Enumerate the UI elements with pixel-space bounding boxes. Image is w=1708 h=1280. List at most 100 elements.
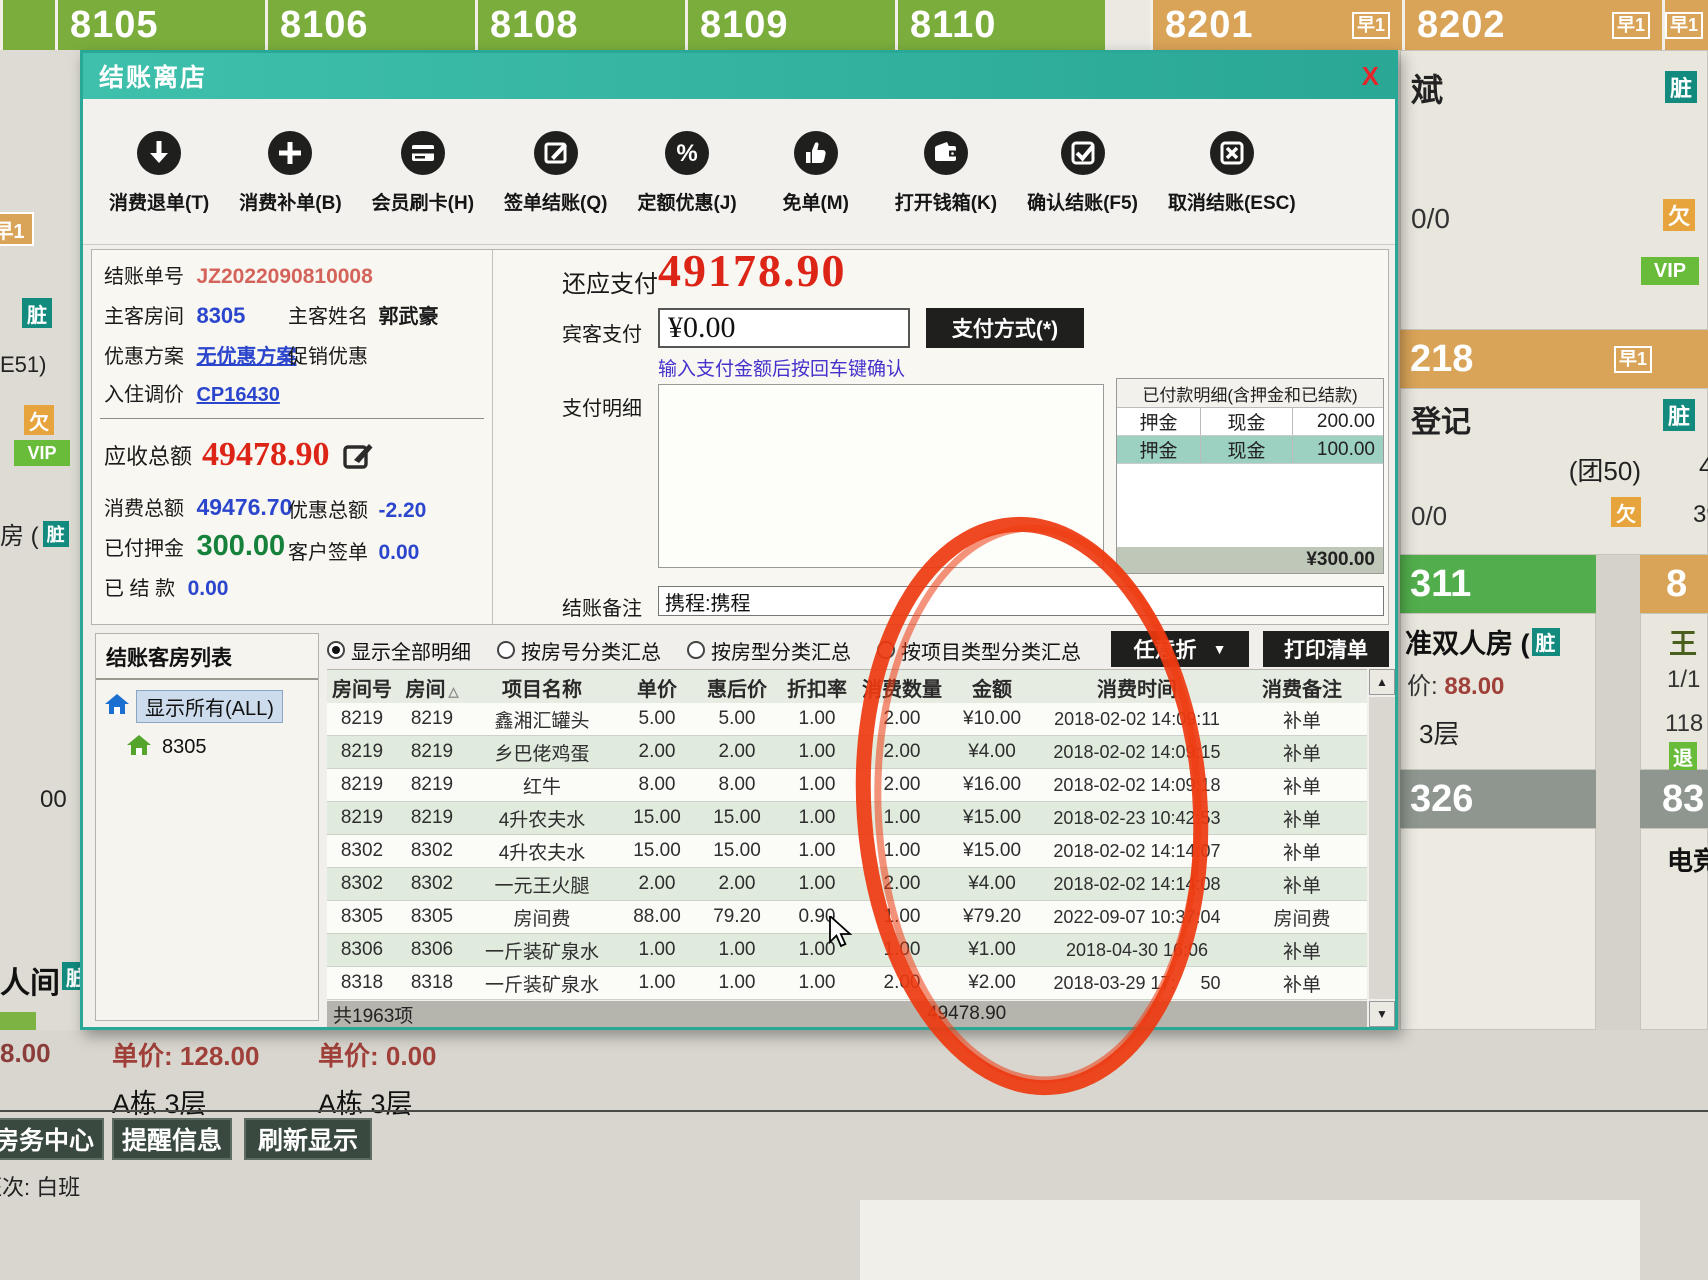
room-card-header[interactable]: 8202早1 [1402, 0, 1662, 50]
table-row[interactable]: 82198219红牛8.008.001.002.00¥16.002018-02-… [327, 769, 1367, 802]
table-cell: 1.00 [777, 840, 857, 862]
column-header[interactable]: 消费备注 [1237, 673, 1367, 702]
confirm-button[interactable]: 确认结账(F5) [1027, 129, 1138, 215]
column-header[interactable]: 单价 [617, 673, 697, 702]
column-header[interactable]: 房间号 [327, 673, 397, 702]
pay-detail-box[interactable] [658, 384, 1104, 568]
table-cell: 房间费 [467, 904, 617, 931]
table-cell: 2.00 [857, 972, 947, 994]
owe-tag: 欠 [1663, 199, 1695, 231]
scrollbar-track[interactable] [1369, 697, 1395, 999]
room-card-218-body[interactable]: 登记 脏 (团50) 4 0/0 欠 39 [1400, 388, 1708, 555]
bottom-button-1[interactable]: 提醒信息 [112, 1118, 232, 1160]
room-card-header[interactable] [0, 0, 55, 50]
table-cell: 5.00 [697, 708, 777, 730]
paid-amount: 100.00 [1293, 436, 1383, 463]
pay-method-button[interactable]: 支付方式(*) [926, 308, 1084, 348]
room-card-8202-body[interactable]: 斌 脏 0/0 欠 VIP [1400, 50, 1708, 330]
column-header[interactable]: 房间△ [397, 673, 467, 702]
room-card-311-body[interactable]: 准双人房 ( 脏 价: 88.00 3层 [1400, 613, 1596, 770]
number-fragment: 00 [40, 786, 67, 814]
filter-radio-0[interactable]: 显示全部明细 [327, 636, 471, 665]
paid-row[interactable]: 押金现金100.00 [1117, 436, 1383, 464]
thumb-up-button[interactable]: 免单(M) [767, 129, 865, 215]
column-header[interactable]: 金额 [947, 673, 1037, 702]
guest-pay-input[interactable]: ¥0.00 [658, 308, 910, 348]
room-card-311-header[interactable]: 311 [1400, 555, 1596, 613]
print-list-button[interactable]: 打印清单 [1263, 631, 1389, 667]
paid-row[interactable]: 押金现金200.00 [1117, 408, 1383, 436]
room-card-8xx-body[interactable]: 王 1/1 118 退 [1640, 613, 1708, 770]
member-card-icon [399, 129, 447, 182]
column-header[interactable]: 消费数量 [857, 673, 947, 702]
table-row[interactable]: 83058305房间费88.0079.200.901.00¥79.202022-… [327, 901, 1367, 934]
refund-button[interactable]: 消费退单(T) [109, 129, 209, 215]
room-card-326-header[interactable]: 326 [1400, 770, 1596, 828]
room-card-header[interactable]: 8105 [55, 0, 265, 50]
toolbar-button-label: 确认结账(F5) [1027, 188, 1138, 215]
dialog-titlebar[interactable]: 结账离店 X [83, 53, 1395, 99]
guest-name: 斌 [1411, 65, 1443, 111]
table-cell: 2.00 [857, 774, 947, 796]
room-card-83x-body[interactable]: 电竞 [1640, 828, 1708, 1030]
adjust-link[interactable]: CP16430 [196, 384, 279, 406]
column-header[interactable]: 项目名称 [467, 673, 617, 702]
room-card-header[interactable]: 8109 [685, 0, 895, 50]
table-cell: 4升农夫水 [467, 805, 617, 832]
table-row[interactable]: 83188318一斤装矿泉水1.001.001.002.00¥2.002018-… [327, 967, 1367, 1000]
paid-method: 现金 [1201, 436, 1293, 463]
scroll-down-icon[interactable]: ▼ [1369, 1001, 1395, 1027]
table-cell: ¥10.00 [947, 708, 1037, 730]
room-list-item[interactable]: 显示所有(ALL) [104, 690, 318, 723]
percent-button[interactable]: %定额优惠(J) [637, 129, 736, 215]
add-order-button[interactable]: 消费补单(B) [239, 129, 341, 215]
bottom-button-2[interactable]: 刷新显示 [244, 1118, 372, 1160]
filter-radio-2[interactable]: 按房型分类汇总 [687, 636, 851, 665]
any-discount-button[interactable]: 任意折 ▼ [1111, 631, 1249, 667]
bottom-button-0[interactable]: 房务中心 [0, 1118, 104, 1160]
table-row[interactable]: 82198219乡巴佬鸡蛋2.002.001.002.00¥4.002018-0… [327, 736, 1367, 769]
member-card-button[interactable]: 会员刷卡(H) [372, 129, 474, 215]
room-card-header[interactable]: 8108 [475, 0, 685, 50]
room-card-218-header[interactable]: 218 早1 [1400, 330, 1708, 388]
sign-bill-button[interactable]: 签单结账(Q) [504, 129, 607, 215]
column-header[interactable]: 消费时间 [1037, 673, 1237, 702]
paid-rows: 押金现金200.00押金现金100.00 [1117, 408, 1383, 464]
cancel-button[interactable]: 取消结账(ESC) [1168, 129, 1296, 215]
table-cell: 补单 [1237, 739, 1367, 766]
breakfast-badge: 早1 [1352, 12, 1390, 39]
column-header[interactable]: 惠后价 [697, 673, 777, 702]
room-list-items: 显示所有(ALL) 8305 [96, 690, 318, 762]
close-icon[interactable]: X [1362, 61, 1379, 92]
room-card-header[interactable]: 8201早1 [1150, 0, 1402, 50]
table-row[interactable]: 83068306一斤装矿泉水1.001.001.001.00¥1.002018-… [327, 934, 1367, 967]
table-cell: 1.00 [777, 873, 857, 895]
room-card-header[interactable]: 8106 [265, 0, 475, 50]
remark-input[interactable]: 携程:携程 [658, 586, 1384, 616]
room-list-item[interactable]: 8305 [126, 733, 318, 762]
cash-drawer-button[interactable]: 打开钱箱(K) [895, 129, 997, 215]
column-header[interactable]: 折扣率 [777, 673, 857, 702]
table-row[interactable]: 821982194升农夫水15.0015.001.001.00¥15.00201… [327, 802, 1367, 835]
room-list-item-label: 显示所有(ALL) [136, 690, 283, 723]
filter-radio-1[interactable]: 按房号分类汇总 [497, 636, 661, 665]
table-cell: 0.90 [777, 906, 857, 928]
room-type-text: 准双人房 ( [1405, 622, 1530, 661]
plan-link[interactable]: 无优惠方案 [196, 346, 296, 368]
room-card-8xx-header[interactable]: 8 [1640, 555, 1708, 613]
table-row[interactable]: 82198219鑫湘汇罐头5.005.001.002.00¥10.002018-… [327, 703, 1367, 736]
room-grid-top: 810581068108810981108201早18202早1早1 [0, 0, 1708, 50]
filter-radio-3[interactable]: 按项目类型分类汇总 [877, 636, 1081, 665]
room-card-header[interactable]: 8110 [895, 0, 1105, 50]
room-card-header[interactable]: 早1 [1662, 0, 1708, 50]
edit-icon[interactable] [342, 439, 374, 471]
table-row[interactable]: 830283024升农夫水15.0015.001.001.00¥15.00201… [327, 835, 1367, 868]
room-number: 8 [1666, 563, 1687, 606]
room-card-83x-header[interactable]: 83 [1640, 770, 1708, 828]
bottom-buttons: 房务中心提醒信息刷新显示 [0, 1118, 700, 1162]
table-row[interactable]: 83028302一元王火腿2.002.001.002.00¥4.002018-0… [327, 868, 1367, 901]
table-cell: 8219 [397, 807, 467, 829]
room-card-326-body[interactable] [1400, 828, 1596, 1030]
room-note: 电竞 [1667, 841, 1708, 878]
scroll-up-icon[interactable]: ▲ [1369, 669, 1395, 695]
